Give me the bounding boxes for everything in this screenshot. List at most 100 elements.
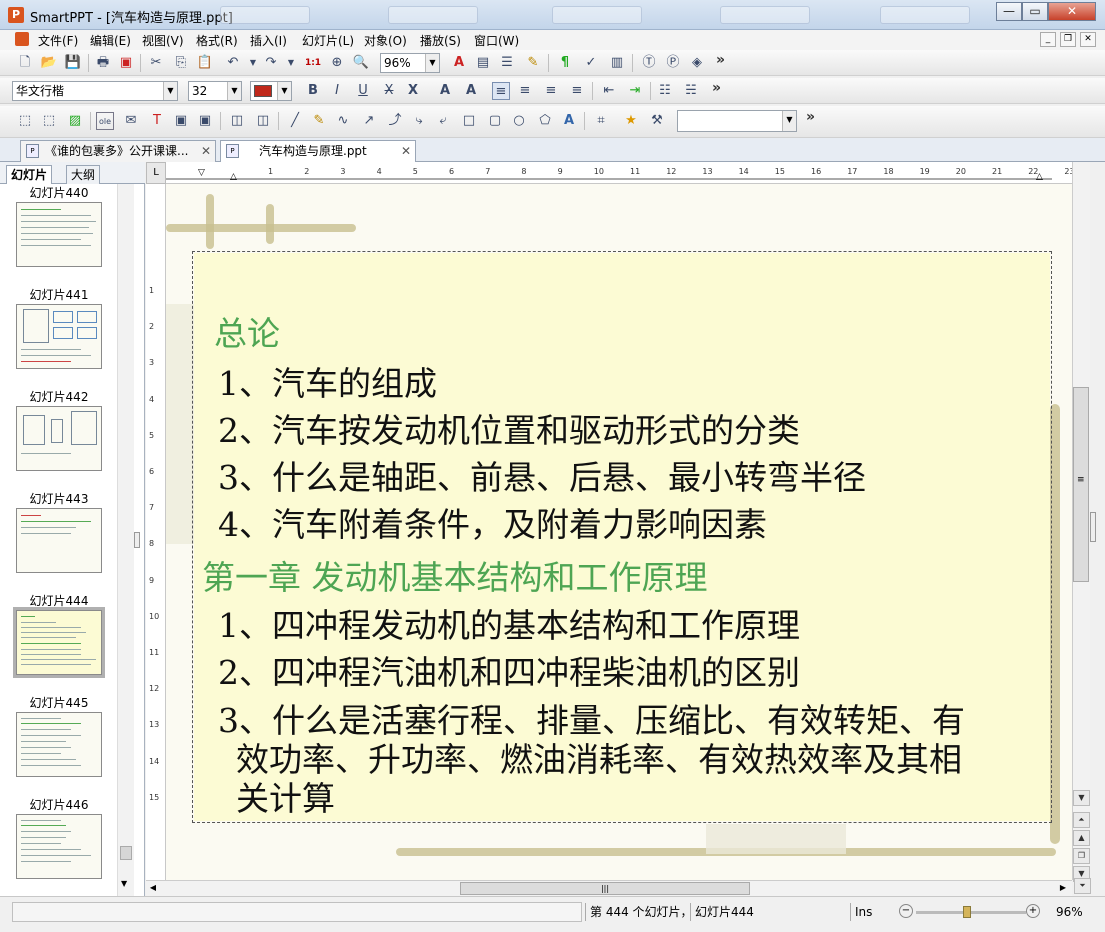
pencil-icon[interactable]: ✎: [310, 112, 328, 130]
slide-thumbnail-440[interactable]: [16, 202, 102, 267]
paste-icon[interactable]: 📋: [196, 54, 214, 72]
cut-icon[interactable]: ✂: [147, 54, 165, 72]
scroll-thumb[interactable]: |||: [460, 882, 750, 895]
slide-thumbnail-443[interactable]: [16, 508, 102, 573]
scroll-right-icon[interactable]: ▶: [1056, 881, 1070, 895]
slide-thumbnail-442[interactable]: [16, 406, 102, 471]
curve-icon[interactable]: ∿: [334, 112, 352, 130]
curved-connector-icon[interactable]: ⤶: [434, 112, 452, 130]
new-icon[interactable]: 🗋: [16, 54, 34, 72]
clear-format-icon[interactable]: X: [404, 82, 422, 100]
chevron-down-icon[interactable]: ▼: [277, 82, 291, 100]
align-right-icon[interactable]: ≡: [542, 82, 560, 100]
undo-icon[interactable]: ↶: [224, 54, 242, 72]
mdi-minimize-button[interactable]: _: [1040, 32, 1056, 47]
maximize-button[interactable]: ▭: [1022, 2, 1048, 21]
vertical-scrollbar[interactable]: ≡ ▼ ⏶ ▲ ❐ ▼: [1072, 162, 1090, 882]
doc-tab-1[interactable]: P 《谁的包裹多》公开课课... ✕: [20, 140, 216, 162]
spellcheck-icon[interactable]: ✓: [582, 54, 600, 72]
list-format-icon[interactable]: ☰: [498, 54, 516, 72]
indent-marker-icon[interactable]: ▽: [198, 168, 205, 178]
actual-size-icon[interactable]: 1:1: [304, 54, 322, 72]
hanging-indent-icon[interactable]: △: [230, 172, 237, 182]
splitter-handle[interactable]: [134, 532, 140, 548]
chevron-down-icon[interactable]: ▼: [227, 82, 241, 100]
wordart-icon[interactable]: A: [560, 112, 578, 130]
chart-icon[interactable]: ▥: [608, 54, 626, 72]
copy-icon[interactable]: ⎘: [172, 54, 190, 72]
strikethrough-icon[interactable]: X: [380, 82, 398, 100]
scroll-left-icon[interactable]: ◀: [146, 881, 160, 895]
rounded-rect-icon[interactable]: ▢: [486, 112, 504, 130]
scroll-thumb[interactable]: [120, 846, 132, 860]
toolbar-overflow-icon[interactable]: »: [712, 80, 721, 96]
rectangle-frame-icon[interactable]: ▣: [172, 112, 190, 130]
save-icon[interactable]: 💾: [64, 54, 82, 72]
menu-play[interactable]: 播放(S): [420, 32, 461, 49]
zoom-slider-knob[interactable]: [963, 906, 971, 918]
numbered-list-icon[interactable]: ☵: [682, 82, 700, 100]
chevron-down-icon[interactable]: ▼: [163, 82, 177, 100]
mdi-restore-button[interactable]: ❐: [1060, 32, 1076, 47]
undo-dropdown-icon[interactable]: ▼: [244, 54, 262, 72]
text-frame-icon[interactable]: T: [148, 112, 166, 130]
slide-canvas[interactable]: 总论 1、汽车的组成 2、汽车按发动机位置和驱动形式的分类 3、什么是轴距、前悬…: [166, 184, 1072, 880]
crop-icon[interactable]: ⌗: [592, 112, 610, 130]
elbow-connector-icon[interactable]: ⤷: [410, 112, 428, 130]
underline-icon[interactable]: U: [354, 82, 372, 100]
scroll-down-icon[interactable]: ▼: [121, 879, 127, 888]
bold-icon[interactable]: B: [304, 82, 322, 100]
slide-p-icon[interactable]: Ⓟ: [664, 54, 682, 72]
tools-icon[interactable]: ⚒: [648, 112, 666, 130]
picture-frame-icon[interactable]: ▣: [196, 112, 214, 130]
doc-tab-2[interactable]: P 汽车构造与原理.ppt ✕: [220, 140, 416, 163]
ungroup-icon[interactable]: ◫: [254, 112, 272, 130]
shrink-font-icon[interactable]: A: [462, 82, 480, 100]
tab-slides[interactable]: 幻灯片: [6, 165, 53, 184]
print-icon[interactable]: 🖶: [94, 54, 112, 72]
slide-thumbnail-445[interactable]: [16, 712, 102, 777]
prev-slide-first-icon[interactable]: ⏶: [1073, 812, 1090, 828]
justify-icon[interactable]: ≡: [568, 82, 586, 100]
menu-edit[interactable]: 编辑(E): [90, 32, 131, 49]
close-icon[interactable]: ✕: [201, 141, 211, 161]
prev-slide-icon[interactable]: ▲: [1073, 830, 1090, 846]
next-slide-last-icon[interactable]: ⏷: [1074, 878, 1091, 894]
menu-object[interactable]: 对象(O): [364, 32, 407, 49]
zoom-slider[interactable]: [916, 911, 1026, 914]
slide-thumbnail-444-selected[interactable]: [13, 607, 105, 678]
font-name-combo[interactable]: 华文行楷 ▼: [12, 81, 178, 101]
increase-indent-icon[interactable]: ⇥: [626, 82, 644, 100]
chevron-down-icon[interactable]: ▼: [425, 54, 439, 72]
italic-icon[interactable]: I: [328, 82, 346, 100]
menu-window[interactable]: 窗口(W): [474, 32, 519, 49]
connector-icon[interactable]: ⤴: [386, 112, 404, 130]
text-style-icon[interactable]: A: [450, 54, 468, 72]
envelope-icon[interactable]: ✉: [122, 112, 140, 130]
menu-file[interactable]: 文件(F): [38, 32, 78, 49]
font-color-combo[interactable]: ▼: [250, 81, 292, 101]
scroll-down-icon[interactable]: ▼: [1073, 790, 1090, 806]
select-object-icon[interactable]: ❐: [1073, 848, 1090, 864]
zoom-in-icon[interactable]: +: [1026, 904, 1040, 918]
group-icon[interactable]: ◫: [228, 112, 246, 130]
tab-outline[interactable]: 大纲: [66, 165, 101, 184]
paragraph-mark-icon[interactable]: ¶: [556, 54, 574, 72]
toolbar-overflow-icon[interactable]: »: [806, 109, 815, 125]
pdf-icon[interactable]: ▣: [117, 54, 135, 72]
bullet-list-icon[interactable]: ☷: [656, 82, 674, 100]
rectangle-icon[interactable]: □: [460, 112, 478, 130]
decrease-indent-icon[interactable]: ⇤: [600, 82, 618, 100]
close-button[interactable]: ✕: [1048, 2, 1096, 21]
image-icon[interactable]: ▨: [66, 112, 84, 130]
chevron-down-icon[interactable]: ▼: [782, 111, 796, 131]
zoom-icon[interactable]: 🔍: [352, 54, 370, 72]
tab-stop-selector[interactable]: L: [146, 162, 166, 184]
vertical-textbox-icon[interactable]: ⬚: [40, 112, 58, 130]
align-left-icon[interactable]: ≡: [492, 82, 510, 100]
format-painter-icon[interactable]: ▤: [474, 54, 492, 72]
align-center-icon[interactable]: ≡: [516, 82, 534, 100]
close-icon[interactable]: ✕: [401, 141, 411, 161]
layers-icon[interactable]: ◈: [688, 54, 706, 72]
zoom-fit-icon[interactable]: ⊕: [328, 54, 346, 72]
